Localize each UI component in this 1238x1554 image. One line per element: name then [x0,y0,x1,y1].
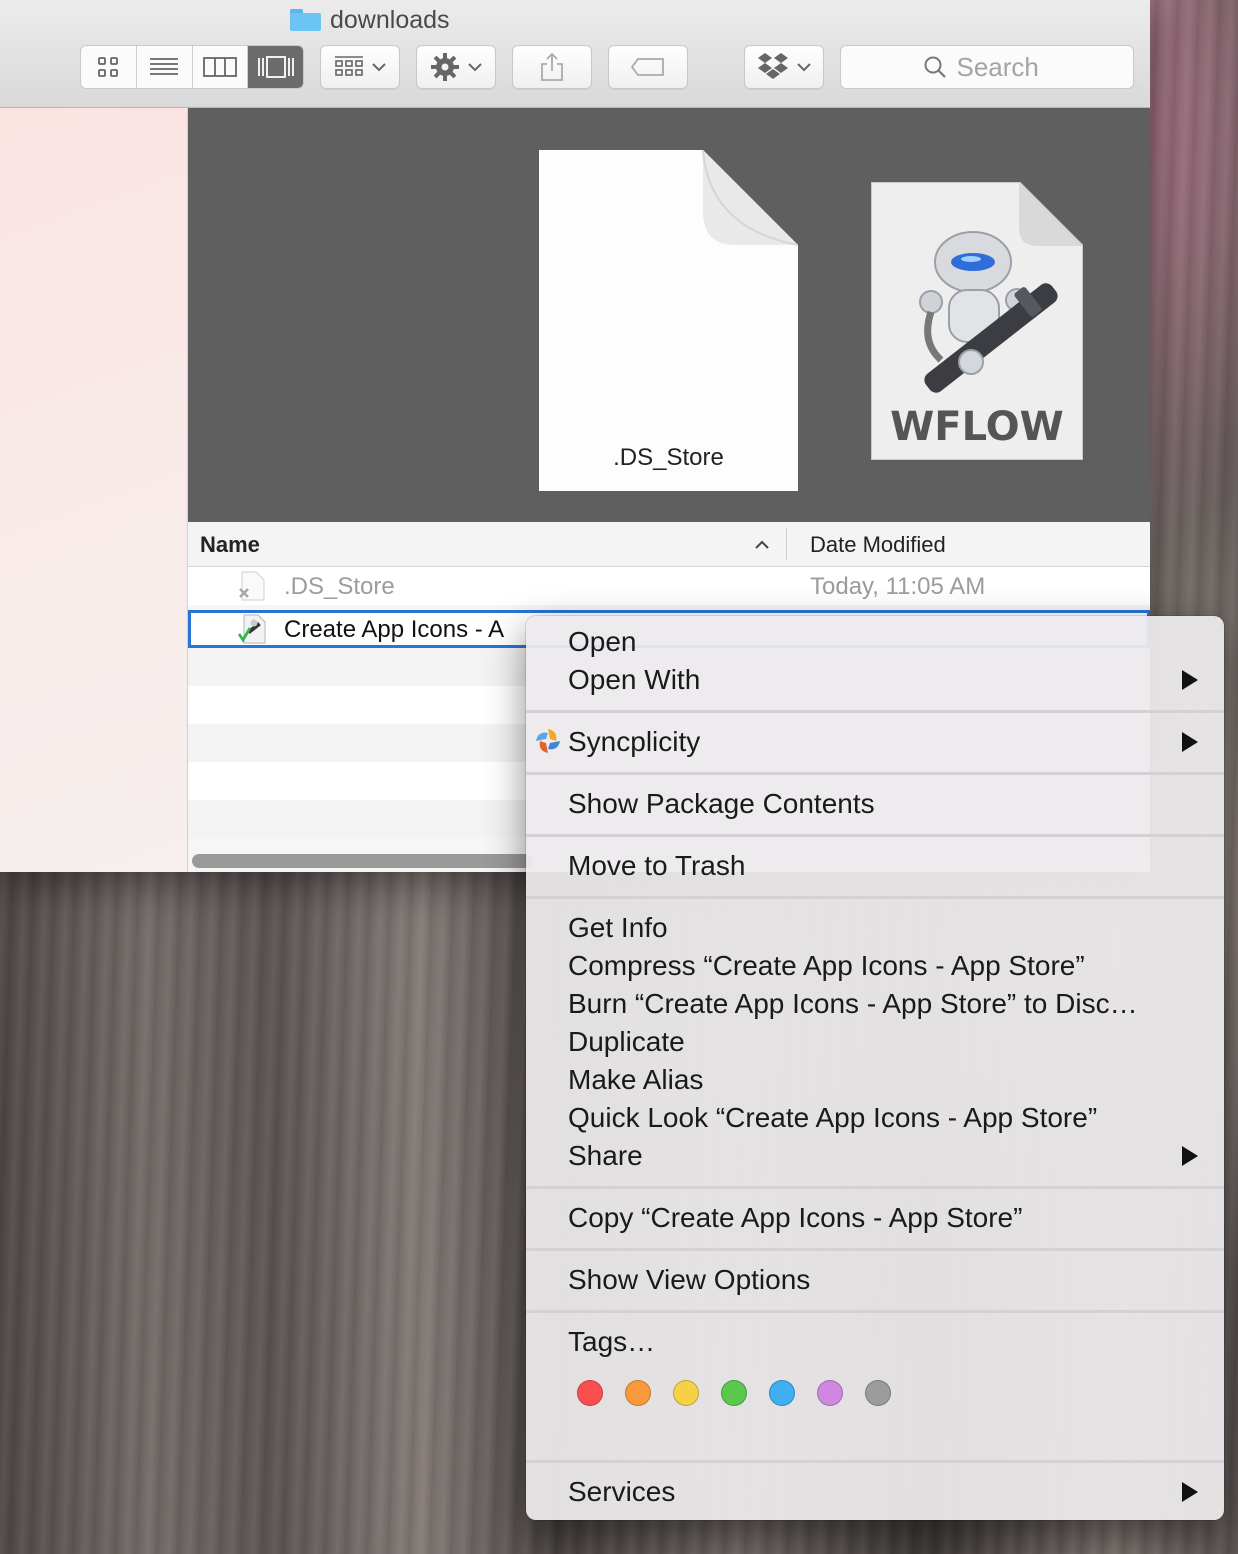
menu-separator [526,772,1224,775]
submenu-arrow-icon [1182,732,1198,752]
tag-orange[interactable] [625,1380,651,1406]
action-button[interactable] [416,45,496,89]
menu-separator [526,1186,1224,1189]
toolbar: downloads [0,0,1150,108]
window-title: downloads [290,4,450,36]
menu-item-compress[interactable]: Compress “Create App Icons - App Store” [568,947,1085,985]
dropbox-button[interactable] [744,45,824,89]
share-button[interactable] [512,45,592,89]
column-view-button[interactable] [193,46,249,88]
file-row-ds-store[interactable]: .DS_Store Today, 11:05 AM [188,567,1150,605]
arrange-icon [335,56,363,76]
dropbox-icon [758,53,788,79]
icon-view-button[interactable] [81,46,137,88]
search-field[interactable] [840,45,1134,89]
cover-flow-preview: .DS_Store WFLOW [188,108,1150,522]
cover-flow-view-button[interactable] [248,46,303,88]
cover-flow-icon [257,56,294,78]
chevron-down-icon [797,63,811,72]
document-icon [239,571,265,601]
menu-item-duplicate[interactable]: Duplicate [568,1023,685,1061]
view-mode-segmented-control [80,45,304,89]
menu-item-open-with[interactable]: Open With [568,661,700,699]
menu-separator [526,710,1224,713]
search-input[interactable] [956,51,1052,83]
tag-purple[interactable] [817,1380,843,1406]
file-name: .DS_Store [284,573,395,600]
date-modified-column-header[interactable]: Date Modified [810,532,946,558]
arrange-button[interactable] [320,45,400,89]
menu-item-services[interactable]: Services [568,1473,675,1511]
menu-item-copy[interactable]: Copy “Create App Icons - App Store” [568,1199,1022,1237]
tag-icon [630,58,664,76]
file-name: Create App Icons - A [284,616,505,643]
tag-gray[interactable] [865,1380,891,1406]
sort-ascending-icon[interactable] [754,534,770,555]
menu-item-share[interactable]: Share [568,1137,643,1175]
submenu-arrow-icon [1182,670,1198,690]
search-icon [924,56,946,78]
gear-icon [431,53,459,81]
column-divider[interactable] [786,528,787,560]
tag-red[interactable] [577,1380,603,1406]
menu-item-get-info[interactable]: Get Info [568,909,668,947]
menu-item-show-package-contents[interactable]: Show Package Contents [568,785,875,823]
submenu-arrow-icon [1182,1146,1198,1166]
horizontal-scrollbar[interactable] [192,854,532,868]
menu-item-move-to-trash[interactable]: Move to Trash [568,847,745,885]
menu-item-syncplicity[interactable]: Syncplicity [568,723,700,761]
menu-separator [526,896,1224,899]
list-view-button[interactable] [137,46,193,88]
menu-item-burn-to-disc[interactable]: Burn “Create App Icons - App Store” to D… [568,985,1138,1023]
name-column-header[interactable]: Name [200,532,260,558]
folder-icon [290,9,321,31]
context-menu: Open Open With Syncplicity Show Package … [526,616,1224,1520]
menu-item-show-view-options[interactable]: Show View Options [568,1261,810,1299]
share-icon [541,52,563,81]
automator-icon[interactable]: WFLOW [871,182,1083,460]
tag-button[interactable] [608,45,688,89]
preview-file-label: .DS_Store [613,444,724,471]
tag-green[interactable] [721,1380,747,1406]
chevron-down-icon [468,63,482,72]
menu-item-quick-look[interactable]: Quick Look “Create App Icons - App Store… [568,1099,1097,1137]
chevron-down-icon [372,63,386,72]
sidebar [0,108,188,872]
list-view-icon [150,58,179,75]
column-view-icon [202,57,237,77]
menu-separator [526,834,1224,837]
menu-separator [526,1248,1224,1251]
menu-item-tags[interactable]: Tags… [568,1323,655,1361]
syncplicity-icon [536,729,560,753]
menu-item-open[interactable]: Open [568,623,637,661]
menu-item-make-alias[interactable]: Make Alias [568,1061,703,1099]
menu-separator [526,1460,1224,1463]
document-icon[interactable] [539,150,798,491]
submenu-arrow-icon [1182,1482,1198,1502]
window-title-text: downloads [330,5,450,34]
list-header: Name Date Modified [188,522,1150,567]
wflow-label: WFLOW [890,404,1064,450]
automator-file-icon [238,614,266,644]
file-date: Today, 11:05 AM [810,573,986,600]
tag-yellow[interactable] [673,1380,699,1406]
icon-view-icon [98,57,119,77]
tag-blue[interactable] [769,1380,795,1406]
menu-separator [526,1310,1224,1313]
